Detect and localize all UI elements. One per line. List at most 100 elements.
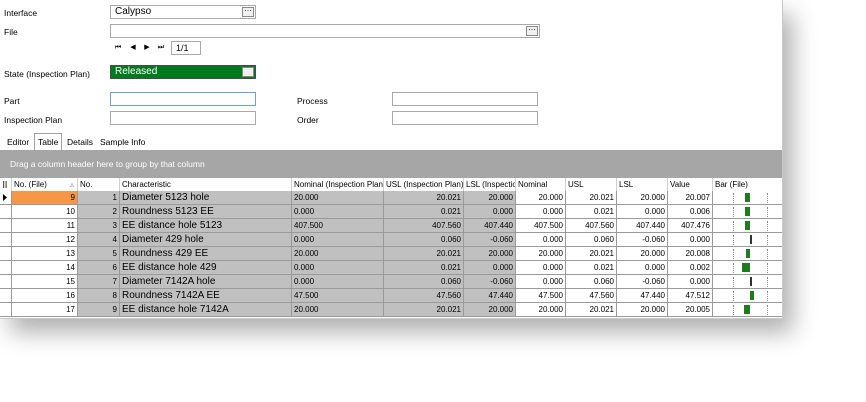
prev-page-icon[interactable]: ◀ bbox=[127, 42, 139, 54]
tab-details[interactable]: Details bbox=[64, 134, 96, 150]
table-row[interactable]: 12 4 Diameter 429 hole 0.000 0.060 -0.060 0.00… bbox=[0, 233, 782, 247]
table-row[interactable]: 16 8 Roundness 7142A EE 47.500 47.560 47.440 4… bbox=[0, 289, 782, 303]
cell-characteristic[interactable]: Diameter 7142A hole bbox=[120, 275, 292, 288]
column-header-no-file[interactable]: No. (File) ▵ bbox=[12, 178, 78, 191]
tab-editor[interactable]: Editor bbox=[4, 134, 32, 150]
cell-nominal-plan[interactable]: 47.500 bbox=[292, 289, 384, 302]
cell-usl-plan[interactable]: 0.060 bbox=[384, 275, 464, 288]
cell-no[interactable]: 9 bbox=[78, 303, 120, 316]
cell-nominal-plan[interactable]: 0.000 bbox=[292, 233, 384, 246]
cell-lsl[interactable]: 0.000 bbox=[617, 261, 668, 274]
cell-usl[interactable]: 47.560 bbox=[566, 289, 617, 302]
cell-lsl[interactable]: 407.440 bbox=[617, 219, 668, 232]
row-indicator[interactable] bbox=[0, 205, 12, 218]
column-header-usl-plan[interactable]: USL (Inspection Plan) bbox=[384, 178, 464, 191]
process-input[interactable] bbox=[392, 92, 538, 106]
column-header-lsl-plan[interactable]: LSL (Inspectio bbox=[464, 178, 516, 191]
cell-characteristic[interactable]: Roundness 7142A EE bbox=[120, 289, 292, 302]
cell-value[interactable]: 0.000 bbox=[668, 233, 713, 246]
cell-value[interactable]: 20.007 bbox=[668, 191, 713, 204]
cell-characteristic[interactable]: Roundness 5123 EE bbox=[120, 205, 292, 218]
row-indicator[interactable] bbox=[0, 275, 12, 288]
cell-usl-plan[interactable]: 20.021 bbox=[384, 303, 464, 316]
cell-lsl-plan[interactable]: -0.060 bbox=[464, 275, 516, 288]
column-header-nominal[interactable]: Nominal bbox=[516, 178, 566, 191]
cell-usl[interactable]: 0.060 bbox=[566, 275, 617, 288]
last-page-icon[interactable]: ⏭ bbox=[155, 42, 167, 54]
cell-nominal[interactable]: 20.000 bbox=[516, 247, 566, 260]
row-indicator[interactable] bbox=[0, 303, 12, 316]
file-field[interactable]: ··· bbox=[110, 24, 540, 38]
group-by-panel[interactable]: Drag a column header here to group by th… bbox=[0, 150, 782, 178]
table-row[interactable]: 11 3 EE distance hole 5123 407.500 407.560 40… bbox=[0, 219, 782, 233]
state-field[interactable]: Released ··· bbox=[110, 65, 256, 79]
cell-usl[interactable]: 0.021 bbox=[566, 261, 617, 274]
cell-characteristic[interactable]: Diameter 429 hole bbox=[120, 233, 292, 246]
cell-characteristic[interactable]: Roundness 429 EE bbox=[120, 247, 292, 260]
cell-usl-plan[interactable]: 0.060 bbox=[384, 233, 464, 246]
tab-sample-info[interactable]: Sample Info bbox=[97, 134, 148, 150]
cell-nominal[interactable]: 0.000 bbox=[516, 261, 566, 274]
table-row[interactable]: 10 2 Roundness 5123 EE 0.000 0.021 0.000 0.000… bbox=[0, 205, 782, 219]
table-row[interactable]: 17 9 EE distance hole 7142A 20.000 20.021 20.… bbox=[0, 303, 782, 317]
cell-usl-plan[interactable]: 47.560 bbox=[384, 289, 464, 302]
column-header-no[interactable]: No. bbox=[78, 178, 120, 191]
row-indicator[interactable] bbox=[0, 261, 12, 274]
next-page-icon[interactable]: ▶ bbox=[141, 42, 153, 54]
cell-lsl-plan[interactable]: 20.000 bbox=[464, 191, 516, 204]
inspection-plan-input[interactable] bbox=[110, 111, 256, 125]
cell-no-file[interactable]: 13 bbox=[12, 247, 78, 260]
cell-value[interactable]: 47.512 bbox=[668, 289, 713, 302]
column-header-value[interactable]: Value bbox=[668, 178, 713, 191]
column-header-lsl[interactable]: LSL bbox=[617, 178, 668, 191]
row-indicator[interactable] bbox=[0, 247, 12, 260]
cell-lsl[interactable]: 0.000 bbox=[617, 205, 668, 218]
cell-nominal-plan[interactable]: 407.500 bbox=[292, 219, 384, 232]
cell-usl[interactable]: 0.060 bbox=[566, 233, 617, 246]
column-header-characteristic[interactable]: Characteristic bbox=[120, 178, 292, 191]
cell-lsl-plan[interactable]: 0.000 bbox=[464, 205, 516, 218]
column-header-usl[interactable]: USL bbox=[566, 178, 617, 191]
cell-no[interactable]: 5 bbox=[78, 247, 120, 260]
file-browse-button[interactable]: ··· bbox=[526, 26, 538, 36]
cell-lsl[interactable]: 20.000 bbox=[617, 191, 668, 204]
cell-usl[interactable]: 0.021 bbox=[566, 205, 617, 218]
cell-value[interactable]: 0.000 bbox=[668, 275, 713, 288]
cell-nominal-plan[interactable]: 20.000 bbox=[292, 303, 384, 316]
column-header-nominal-plan[interactable]: Nominal (Inspection Plan) bbox=[292, 178, 384, 191]
cell-no[interactable]: 7 bbox=[78, 275, 120, 288]
cell-lsl-plan[interactable]: 47.440 bbox=[464, 289, 516, 302]
cell-value[interactable]: 0.006 bbox=[668, 205, 713, 218]
cell-no-file[interactable]: 12 bbox=[12, 233, 78, 246]
cell-usl-plan[interactable]: 407.560 bbox=[384, 219, 464, 232]
cell-no[interactable]: 2 bbox=[78, 205, 120, 218]
cell-lsl[interactable]: -0.060 bbox=[617, 233, 668, 246]
cell-no-file[interactable]: 16 bbox=[12, 289, 78, 302]
table-row[interactable]: 14 6 EE distance hole 429 0.000 0.021 0.000 0.… bbox=[0, 261, 782, 275]
row-indicator[interactable] bbox=[0, 219, 12, 232]
cell-lsl[interactable]: 20.000 bbox=[617, 303, 668, 316]
cell-lsl-plan[interactable]: 20.000 bbox=[464, 247, 516, 260]
cell-nominal[interactable]: 20.000 bbox=[516, 303, 566, 316]
cell-value[interactable]: 20.008 bbox=[668, 247, 713, 260]
cell-usl-plan[interactable]: 0.021 bbox=[384, 261, 464, 274]
column-chooser-icon[interactable] bbox=[0, 178, 12, 191]
cell-lsl[interactable]: 20.000 bbox=[617, 247, 668, 260]
first-page-icon[interactable]: ⏮ bbox=[112, 42, 124, 54]
cell-value[interactable]: 0.002 bbox=[668, 261, 713, 274]
cell-nominal[interactable]: 0.000 bbox=[516, 205, 566, 218]
interface-field[interactable]: Calypso ··· bbox=[110, 5, 256, 19]
cell-value[interactable]: 20.005 bbox=[668, 303, 713, 316]
cell-nominal[interactable]: 407.500 bbox=[516, 219, 566, 232]
order-input[interactable] bbox=[392, 111, 538, 125]
cell-lsl-plan[interactable]: -0.060 bbox=[464, 233, 516, 246]
cell-no[interactable]: 1 bbox=[78, 191, 120, 204]
cell-lsl[interactable]: 47.440 bbox=[617, 289, 668, 302]
row-indicator[interactable] bbox=[0, 233, 12, 246]
cell-lsl-plan[interactable]: 20.000 bbox=[464, 303, 516, 316]
cell-no-file[interactable]: 15 bbox=[12, 275, 78, 288]
cell-no-file[interactable]: 17 bbox=[12, 303, 78, 316]
column-header-bar[interactable]: Bar (File) bbox=[713, 178, 773, 191]
current-row-indicator-icon[interactable] bbox=[0, 191, 12, 204]
table-row[interactable]: 15 7 Diameter 7142A hole 0.000 0.060 -0.060 0.… bbox=[0, 275, 782, 289]
